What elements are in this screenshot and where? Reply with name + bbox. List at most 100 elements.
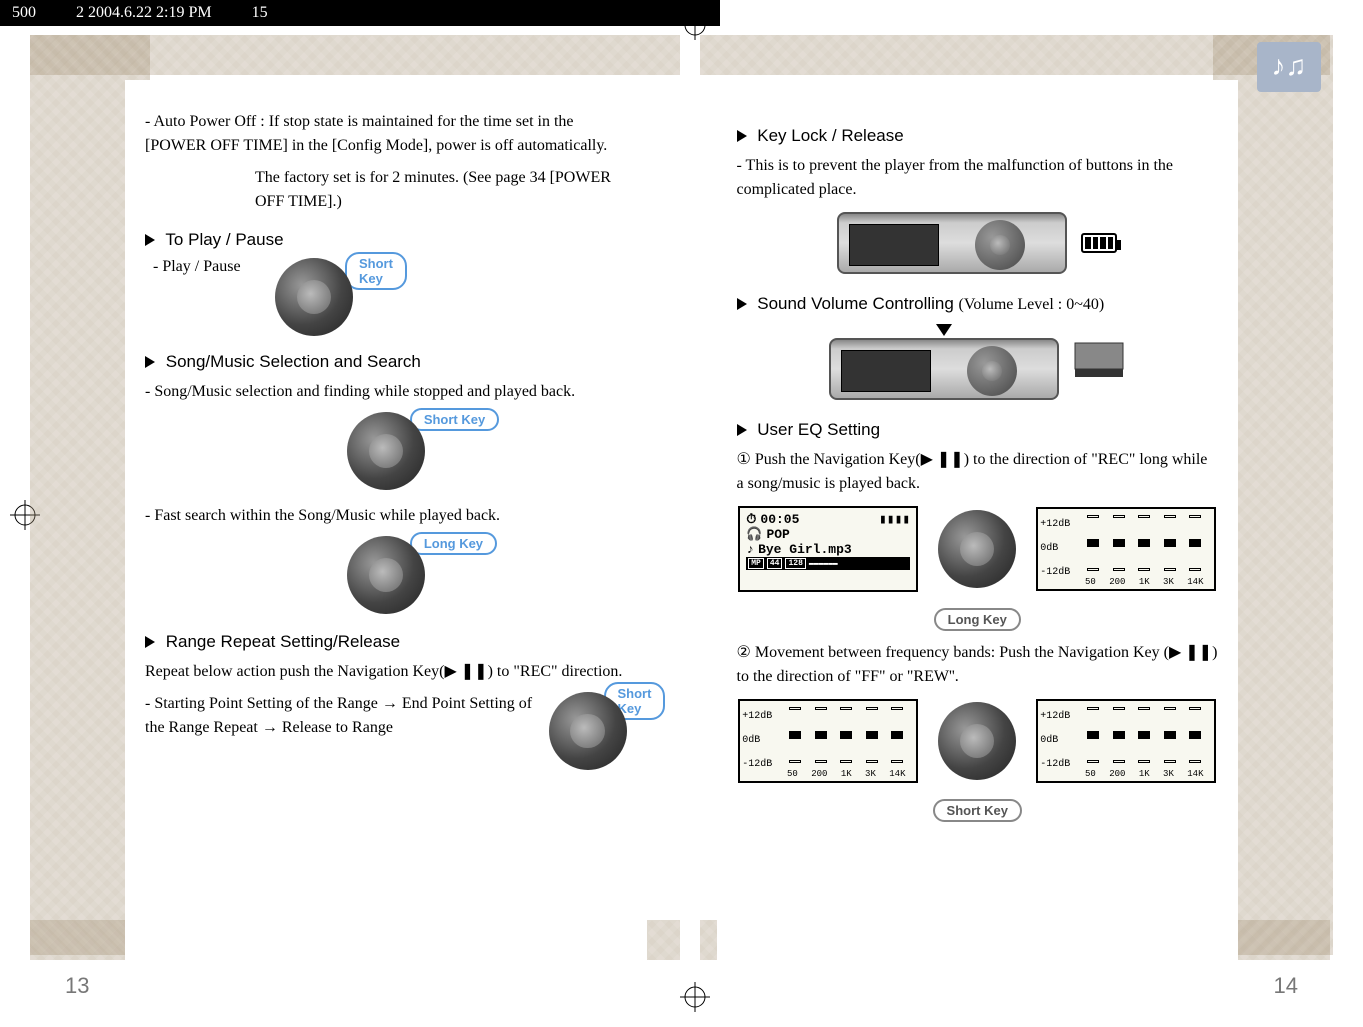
song-selection-graphic: Short Key [145, 412, 627, 490]
eq-y-label: -12dB [1040, 753, 1070, 777]
eq-x-label: 200 [1109, 769, 1125, 779]
lcd-playback-screen: ⏱00:05▮▮▮▮ 🎧POP ♪Bye Girl.mp3 MP 44 128 … [738, 506, 918, 592]
lcd-mode: POP [766, 527, 789, 542]
spread: - Auto Power Off : If stop state is main… [30, 35, 1333, 999]
arrow-down-icon [936, 324, 952, 336]
eq-y-label: +12dB [1040, 705, 1070, 729]
long-key-note: Long Key [737, 608, 1219, 631]
eq-x-label: 14K [1187, 577, 1203, 587]
range-repeat-desc: Repeat below action push the Navigation … [145, 660, 627, 684]
eq-x-label: 50 [787, 769, 798, 779]
device-nav-icon [975, 220, 1025, 270]
eq-x-label: 200 [1109, 577, 1125, 587]
lcd-meta: 44 [767, 558, 783, 569]
arrow-icon [737, 424, 747, 436]
volume-widget-icon [1073, 341, 1125, 384]
device-with-arrows [829, 324, 1059, 400]
key-lock-graphic-row [737, 212, 1219, 274]
eq-y-label: 0dB [742, 729, 772, 753]
long-key-badge: Long Key [934, 608, 1021, 631]
auto-power-off-label: - Auto Power Off : [145, 113, 265, 130]
eq-x-label: 14K [1187, 769, 1203, 779]
range-steps-row: - Starting Point Setting of the Range → … [145, 692, 627, 770]
short-key-badge: Short Key [410, 408, 499, 431]
heading-key-lock: Key Lock / Release [737, 126, 1219, 146]
nav-key-graphic: Short Key [275, 258, 353, 336]
arrow-icon [737, 298, 747, 310]
battery-icon [1081, 233, 1117, 253]
range-steps-text: - Starting Point Setting of the Range → … [145, 692, 539, 740]
arrow-icon [145, 636, 155, 648]
eq-x-label: 50 [1085, 769, 1096, 779]
key-lock-desc: - This is to prevent the player from the… [737, 154, 1219, 202]
eq-y-label: +12dB [1040, 513, 1070, 537]
eq-step1-graphics: ⏱00:05▮▮▮▮ 🎧POP ♪Bye Girl.mp3 MP 44 128 … [737, 506, 1219, 592]
volume-graphic-row [737, 324, 1219, 400]
lcd-meta: 128 [785, 558, 805, 569]
song-selection-item: - Song/Music selection and finding while… [145, 380, 627, 404]
heading-text: To Play / Pause [165, 230, 283, 249]
short-key-note: Short Key [737, 799, 1219, 822]
arrow-icon [145, 234, 155, 246]
step-number: ① [737, 451, 751, 468]
eq-screen: +12dB 0dB -12dB 50 200 1K 3K 14K [1036, 507, 1216, 591]
file-page: 15 [252, 4, 268, 22]
eq-step-2: ② Movement between frequency bands: Push… [737, 641, 1219, 689]
short-key-badge: Short Key [933, 799, 1022, 822]
device-screen-icon [841, 350, 931, 392]
heading-song-selection: Song/Music Selection and Search [145, 352, 627, 372]
nav-key-icon [275, 258, 353, 336]
eq-x-label: 50 [1085, 577, 1096, 587]
auto-power-off-body-2: The factory set is for 2 minutes. (See p… [255, 166, 627, 214]
volume-level-note: (Volume Level : 0~40) [959, 296, 1105, 313]
file-header: 500 2 2004.6.22 2:19 PM 15 [0, 0, 720, 26]
nav-key-icon [549, 692, 627, 770]
eq-x-label: 14K [889, 769, 905, 779]
heading-user-eq: User EQ Setting [737, 420, 1219, 440]
eq-y-label: +12dB [742, 705, 772, 729]
step-text: Movement between frequency bands: Push t… [737, 644, 1218, 685]
page-number-left: 13 [65, 973, 89, 999]
eq-x-label: 3K [1163, 769, 1174, 779]
nav-key-icon [347, 412, 425, 490]
eq-y-label: 0dB [1040, 729, 1070, 753]
eq-screen: +12dB 0dB -12dB 50 200 1K 3K 14K [1036, 699, 1216, 783]
heading-text: Key Lock / Release [757, 126, 903, 145]
lcd-meta: MP [748, 558, 764, 569]
device-illustration [829, 338, 1059, 400]
eq-x-label: 3K [865, 769, 876, 779]
heading-sound-volume: Sound Volume Controlling (Volume Level :… [737, 294, 1219, 314]
device-screen-icon [849, 224, 939, 266]
eq-y-label: -12dB [1040, 561, 1070, 585]
short-key-badge: Short Key [345, 252, 407, 290]
range-nav-graphic: Short Key [549, 692, 627, 770]
heading-text: Sound Volume Controlling [757, 294, 954, 313]
eq-x-label: 1K [1139, 577, 1150, 587]
auto-power-off-text: - Auto Power Off : If stop state is main… [145, 110, 627, 158]
page-left: - Auto Power Off : If stop state is main… [125, 80, 647, 969]
eq-step2-graphics: +12dB 0dB -12dB 50 200 1K 3K 14K [737, 699, 1219, 783]
heading-text: Song/Music Selection and Search [166, 352, 421, 371]
lcd-time: 00:05 [760, 512, 799, 527]
eq-step-1: ① Push the Navigation Key(▶ ❚❚) to the d… [737, 448, 1219, 496]
step-number: ② [737, 644, 751, 661]
page-right: Key Lock / Release - This is to prevent … [717, 80, 1239, 969]
long-key-badge: Long Key [410, 532, 497, 555]
nav-key-icon [347, 536, 425, 614]
device-nav-icon [967, 346, 1017, 396]
eq-x-label: 1K [1139, 769, 1150, 779]
device-illustration [837, 212, 1067, 274]
arrow-icon [737, 130, 747, 142]
heading-range-repeat: Range Repeat Setting/Release [145, 632, 627, 652]
lcd-file: Bye Girl.mp3 [758, 542, 852, 557]
nav-key-icon [938, 702, 1016, 780]
eq-x-label: 1K [841, 769, 852, 779]
page-number-right: 14 [1274, 973, 1298, 999]
heading-play-pause: To Play / Pause [145, 230, 627, 250]
heading-text: User EQ Setting [757, 420, 880, 439]
file-name: 500 [12, 4, 36, 22]
arrow-icon [145, 356, 155, 368]
eq-x-label: 3K [1163, 577, 1174, 587]
heading-text: Range Repeat Setting/Release [166, 632, 400, 651]
eq-y-label: 0dB [1040, 537, 1070, 561]
